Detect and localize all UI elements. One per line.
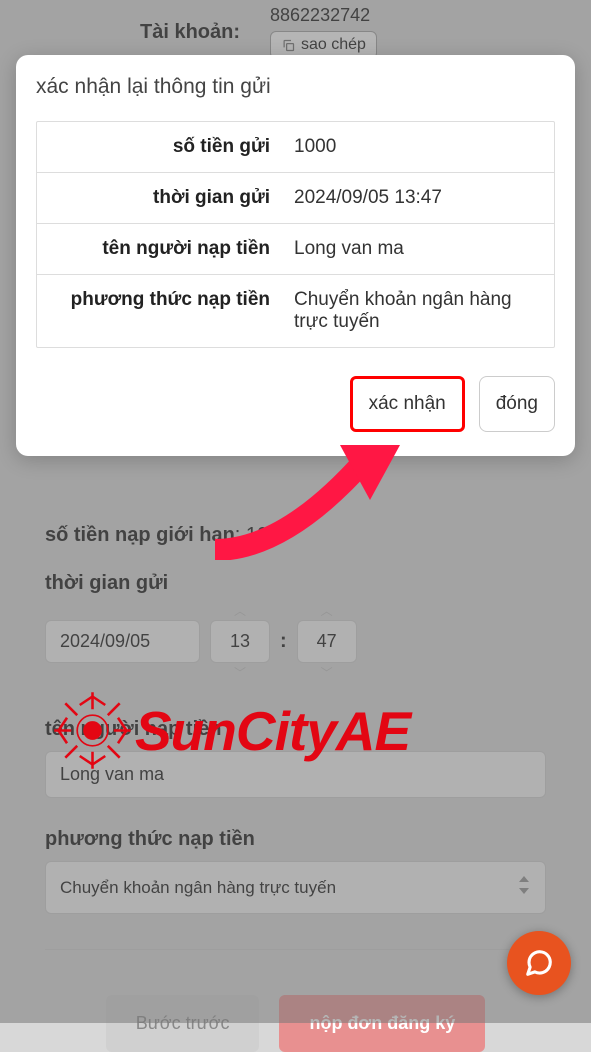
time-label: thời gian gửi: [37, 173, 282, 223]
time-value: 2024/09/05 13:47: [282, 173, 554, 223]
name-label: tên người nạp tiền: [37, 224, 282, 274]
chat-button[interactable]: [507, 931, 571, 995]
arrow-annotation: [185, 430, 425, 560]
modal-title: xác nhận lại thông tin gửi: [36, 75, 555, 99]
modal-buttons: xác nhận đóng: [36, 376, 555, 432]
table-row: tên người nạp tiền Long van ma: [37, 224, 554, 275]
watermark: SunCityAE: [50, 688, 410, 773]
amount-label: số tiền gửi: [37, 122, 282, 172]
amount-value: 1000: [282, 122, 554, 172]
sun-icon: [50, 688, 135, 773]
info-table: số tiền gửi 1000 thời gian gửi 2024/09/0…: [36, 121, 555, 348]
confirmation-modal: xác nhận lại thông tin gửi số tiền gửi 1…: [16, 55, 575, 456]
watermark-text: SunCityAE: [135, 699, 410, 763]
method-value: Chuyển khoản ngân hàng trực tuyến: [282, 275, 554, 347]
table-row: phương thức nạp tiền Chuyển khoản ngân h…: [37, 275, 554, 347]
chat-icon: [524, 948, 554, 978]
confirm-button[interactable]: xác nhận: [350, 376, 465, 432]
name-value: Long van ma: [282, 224, 554, 274]
table-row: số tiền gửi 1000: [37, 122, 554, 173]
method-label: phương thức nạp tiền: [37, 275, 282, 347]
close-button[interactable]: đóng: [479, 376, 555, 432]
table-row: thời gian gửi 2024/09/05 13:47: [37, 173, 554, 224]
